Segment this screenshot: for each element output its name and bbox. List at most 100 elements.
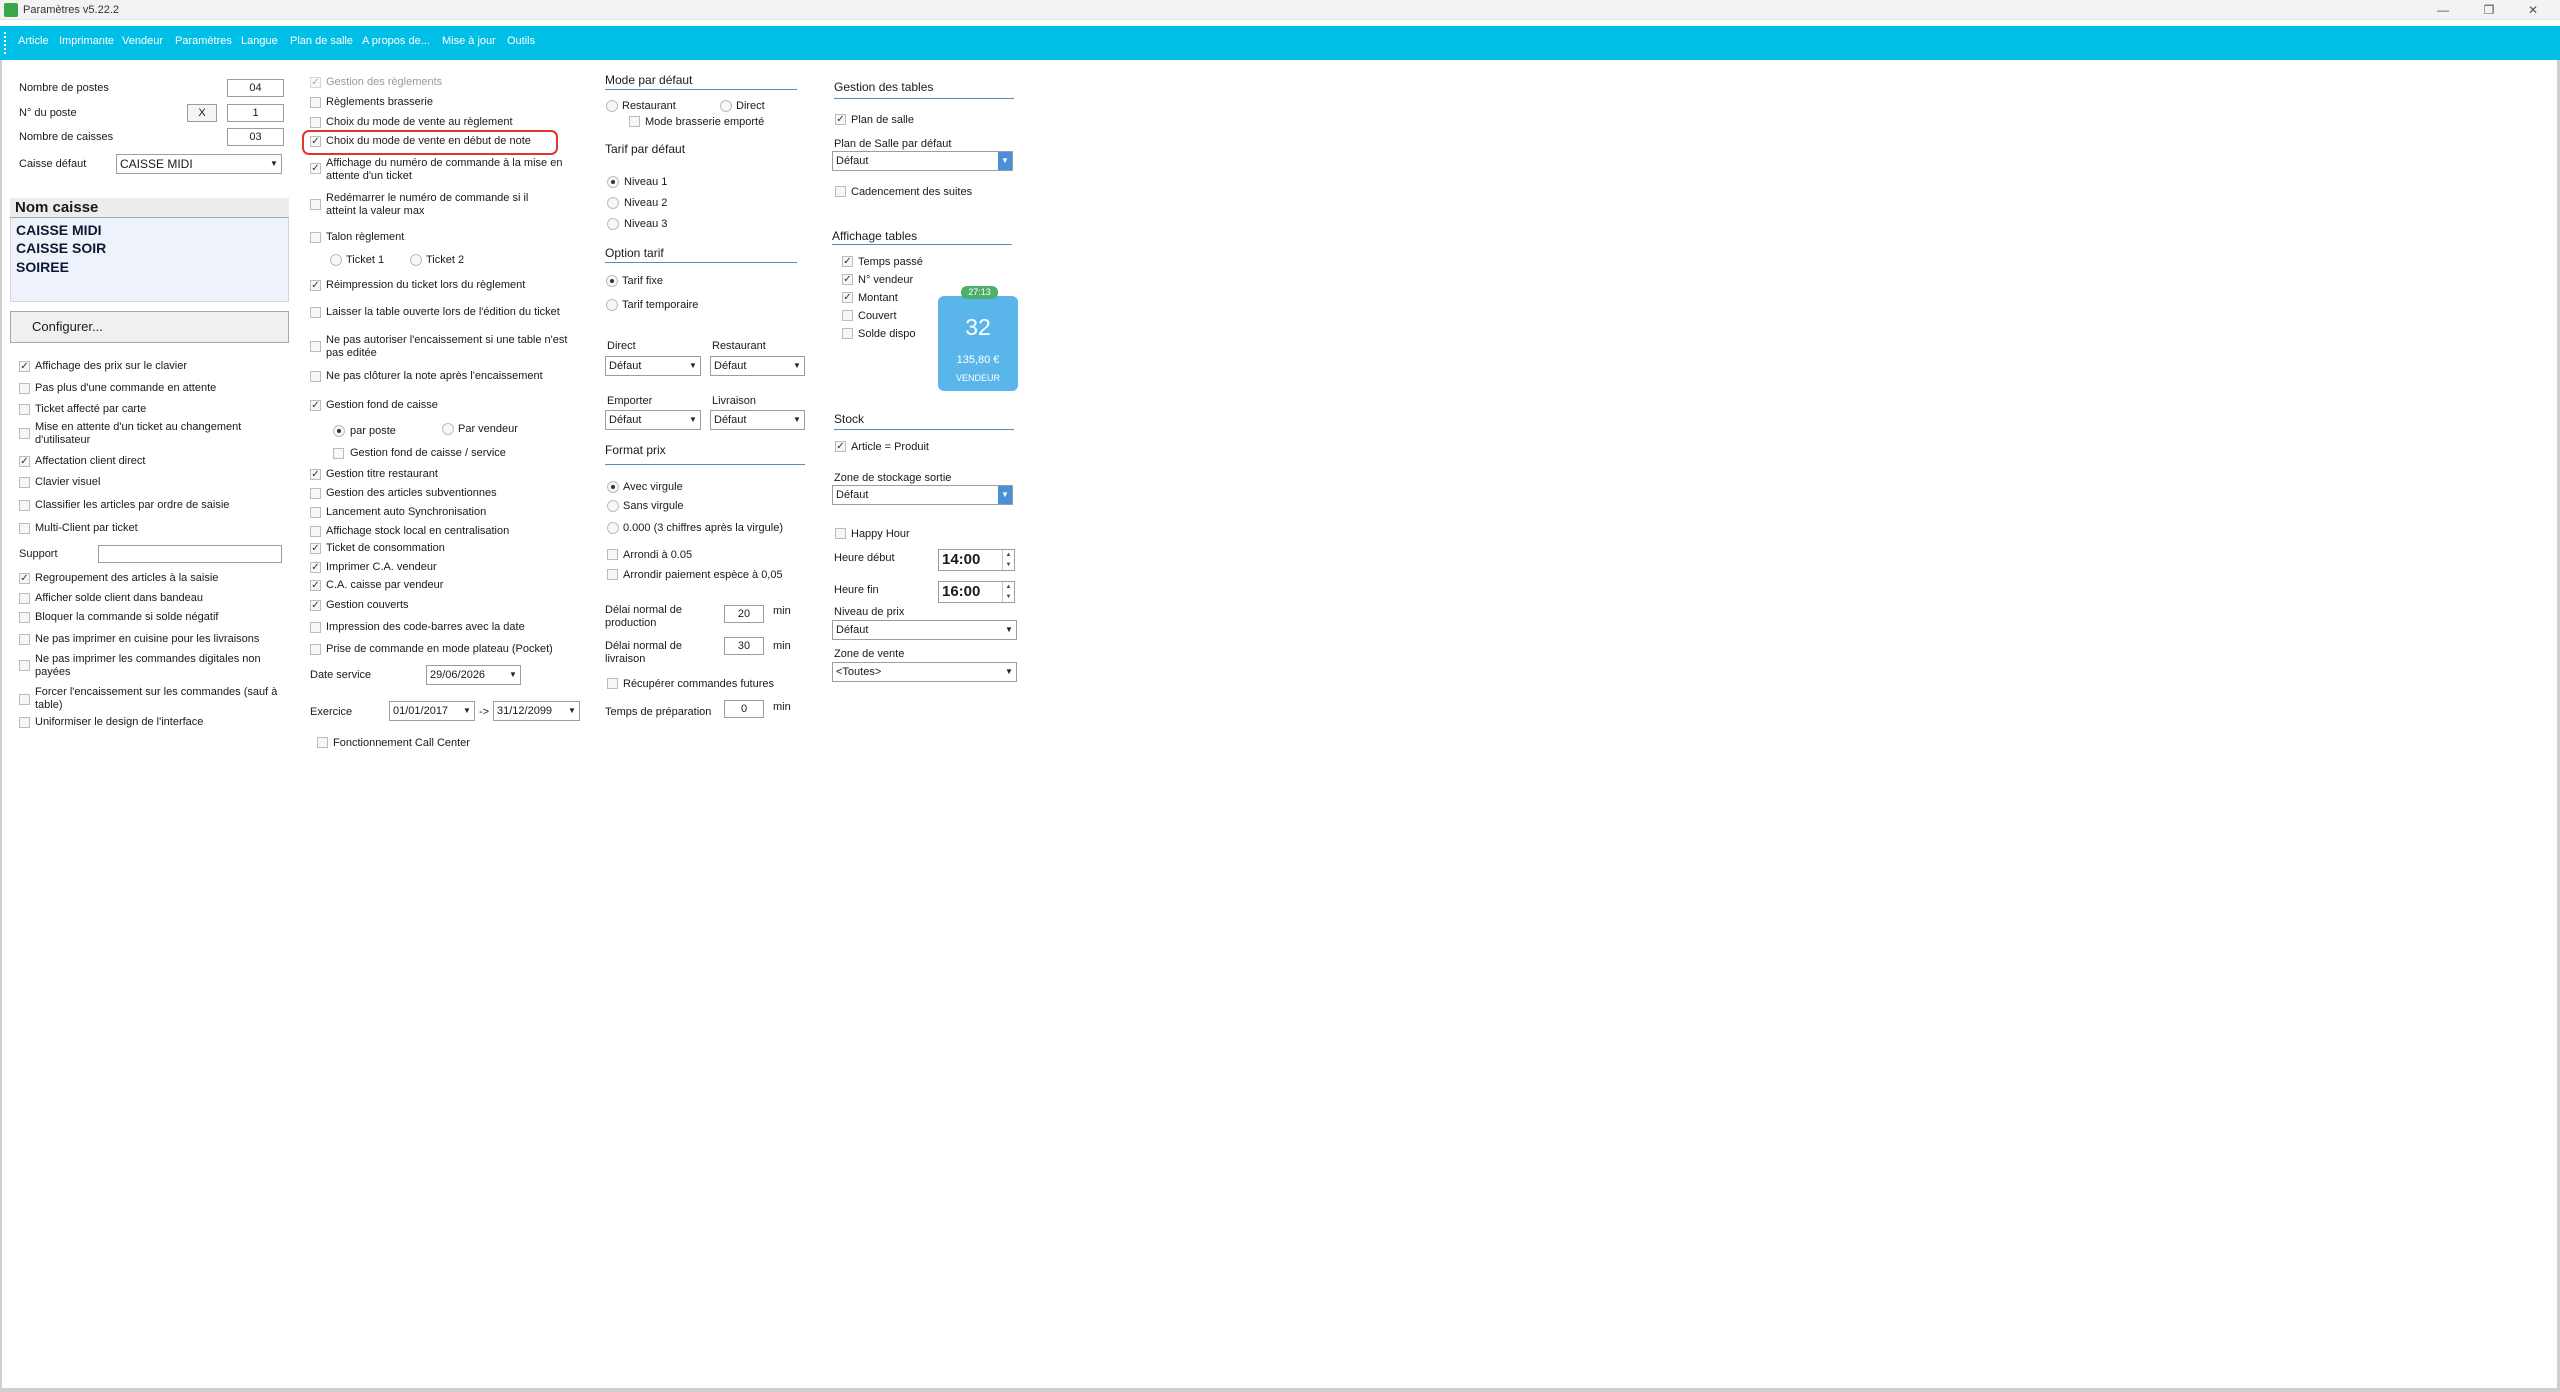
- checkbox[interactable]: [19, 523, 30, 534]
- radio[interactable]: [330, 254, 342, 266]
- checkbox[interactable]: [310, 117, 321, 128]
- exercice-from-select[interactable]: 01/01/2017 ▼: [389, 701, 475, 721]
- heure-debut-input[interactable]: 14:00 ▲ ▼: [938, 549, 1015, 571]
- radio[interactable]: [607, 481, 619, 493]
- nb-postes-input[interactable]: 04: [227, 79, 284, 97]
- menu-vendeur[interactable]: Vendeur: [122, 35, 163, 47]
- menu-langue[interactable]: Langue: [241, 35, 278, 47]
- checkbox[interactable]: [310, 580, 321, 591]
- radio[interactable]: [606, 100, 618, 112]
- emporter-select[interactable]: Défaut ▼: [605, 410, 701, 430]
- restaurant-select[interactable]: Défaut ▼: [710, 356, 805, 376]
- heure-fin-input[interactable]: 16:00 ▲ ▼: [938, 581, 1015, 603]
- checkbox[interactable]: [310, 371, 321, 382]
- radio[interactable]: [720, 100, 732, 112]
- checkbox[interactable]: [310, 341, 321, 352]
- spin-up-icon[interactable]: ▲: [1002, 582, 1014, 592]
- checkbox[interactable]: [19, 717, 30, 728]
- checkbox[interactable]: [629, 116, 640, 127]
- list-item[interactable]: SOIREE: [16, 259, 69, 275]
- radio[interactable]: [410, 254, 422, 266]
- checkbox[interactable]: [835, 441, 846, 452]
- checkbox[interactable]: [310, 469, 321, 480]
- num-poste-input[interactable]: 1: [227, 104, 284, 122]
- radio[interactable]: [607, 176, 619, 188]
- checkbox[interactable]: [310, 199, 321, 210]
- checkbox[interactable]: [310, 307, 321, 318]
- checkbox[interactable]: [317, 737, 328, 748]
- checkbox[interactable]: [607, 678, 618, 689]
- checkbox[interactable]: [19, 428, 30, 439]
- minimize-icon[interactable]: —: [2428, 2, 2458, 18]
- checkbox[interactable]: [310, 562, 321, 573]
- configure-button[interactable]: Configurer...: [10, 311, 289, 343]
- temps-preparation-input[interactable]: 0: [724, 700, 764, 718]
- nb-caisses-input[interactable]: 03: [227, 128, 284, 146]
- checkbox[interactable]: [310, 400, 321, 411]
- checkbox[interactable]: [835, 114, 846, 125]
- exercice-to-select[interactable]: 31/12/2099 ▼: [493, 701, 580, 721]
- checkbox[interactable]: [842, 274, 853, 285]
- checkbox[interactable]: [310, 644, 321, 655]
- caisse-defaut-select[interactable]: CAISSE MIDI ▼: [116, 154, 282, 174]
- checkbox[interactable]: [19, 383, 30, 394]
- checkbox[interactable]: [19, 573, 30, 584]
- radio[interactable]: [442, 423, 454, 435]
- radio[interactable]: [607, 197, 619, 209]
- direct-select[interactable]: Défaut ▼: [605, 356, 701, 376]
- checkbox[interactable]: [310, 622, 321, 633]
- checkbox[interactable]: [19, 477, 30, 488]
- checkbox[interactable]: [19, 500, 30, 511]
- radio[interactable]: [607, 218, 619, 230]
- checkbox[interactable]: [310, 543, 321, 554]
- plan-salle-select[interactable]: Défaut ▼: [832, 151, 1013, 171]
- menu-outils[interactable]: Outils: [507, 35, 535, 47]
- clear-poste-button[interactable]: X: [187, 104, 217, 122]
- support-input[interactable]: [98, 545, 282, 563]
- checkbox[interactable]: [607, 569, 618, 580]
- spin-up-icon[interactable]: ▲: [1002, 550, 1014, 560]
- radio[interactable]: [606, 275, 618, 287]
- checkbox[interactable]: [607, 549, 618, 560]
- checkbox[interactable]: [310, 136, 321, 147]
- spin-down-icon[interactable]: ▼: [1002, 560, 1014, 570]
- date-service-select[interactable]: 29/06/2026 ▼: [426, 665, 521, 685]
- checkbox[interactable]: [333, 448, 344, 459]
- checkbox[interactable]: [310, 163, 321, 174]
- radio[interactable]: [607, 500, 619, 512]
- niveau-prix-select[interactable]: Défaut ▼: [832, 620, 1017, 640]
- checkbox[interactable]: [19, 404, 30, 415]
- delai-livraison-input[interactable]: 30: [724, 637, 764, 655]
- livraison-select[interactable]: Défaut ▼: [710, 410, 805, 430]
- checkbox[interactable]: [310, 600, 321, 611]
- zone-stockage-select[interactable]: Défaut ▼: [832, 485, 1013, 505]
- close-icon[interactable]: ✕: [2518, 2, 2548, 18]
- checkbox[interactable]: [310, 507, 321, 518]
- checkbox[interactable]: [19, 456, 30, 467]
- checkbox[interactable]: [842, 310, 853, 321]
- checkbox[interactable]: [19, 612, 30, 623]
- checkbox[interactable]: [835, 186, 846, 197]
- menu-plan-de-salle[interactable]: Plan de salle: [290, 35, 353, 47]
- checkbox[interactable]: [310, 232, 321, 243]
- list-item[interactable]: CAISSE MIDI: [16, 222, 102, 238]
- delai-production-input[interactable]: 20: [724, 605, 764, 623]
- menu-imprimante[interactable]: Imprimante: [59, 35, 114, 47]
- menu-mise-a-jour[interactable]: Mise à jour: [442, 35, 496, 47]
- checkbox[interactable]: [842, 292, 853, 303]
- radio[interactable]: [606, 299, 618, 311]
- checkbox[interactable]: [842, 328, 853, 339]
- checkbox[interactable]: [842, 256, 853, 267]
- checkbox[interactable]: [310, 280, 321, 291]
- checkbox[interactable]: [19, 593, 30, 604]
- checkbox[interactable]: [19, 634, 30, 645]
- checkbox[interactable]: [310, 77, 321, 88]
- menu-a-propos[interactable]: A propos de...: [362, 35, 430, 47]
- restore-icon[interactable]: ❐: [2474, 2, 2504, 18]
- zone-vente-select[interactable]: <Toutes> ▼: [832, 662, 1017, 682]
- checkbox[interactable]: [19, 694, 30, 705]
- checkbox[interactable]: [310, 97, 321, 108]
- list-item[interactable]: CAISSE SOIR: [16, 240, 106, 256]
- checkbox[interactable]: [19, 660, 30, 671]
- spin-down-icon[interactable]: ▼: [1002, 592, 1014, 602]
